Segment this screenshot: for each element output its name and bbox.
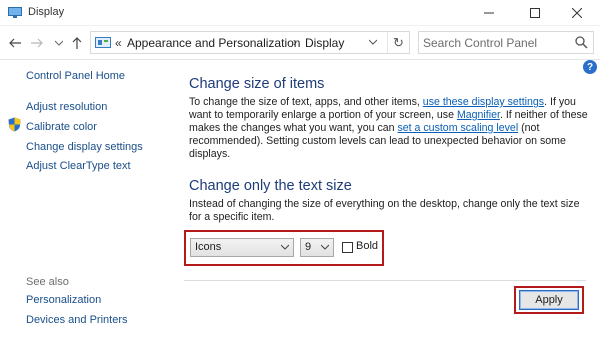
calibrate-color-link[interactable]: Calibrate color [26, 121, 97, 133]
refresh-icon: ↻ [393, 34, 404, 50]
change-text-size-heading: Change only the text size [189, 178, 352, 194]
see-also-label: See also [26, 276, 69, 288]
help-glyph: ? [586, 61, 594, 73]
uac-shield-icon [8, 117, 21, 132]
control-panel-home-link[interactable]: Control Panel Home [26, 70, 125, 82]
search-input[interactable] [423, 34, 571, 51]
close-icon [572, 8, 582, 18]
forward-button[interactable] [28, 34, 46, 52]
change-size-description: To change the size of text, apps, and ot… [189, 96, 589, 161]
font-size-select-value: 9 [305, 241, 312, 253]
minimize-icon [484, 12, 494, 14]
minimize-button[interactable] [466, 0, 512, 26]
divider [184, 280, 586, 281]
magnifier-link[interactable]: Magnifier [457, 109, 500, 121]
devices-and-printers-link[interactable]: Devices and Printers [26, 314, 128, 326]
description-text: To change the size of text, apps, and ot… [189, 96, 423, 108]
change-size-heading: Change size of items [189, 76, 325, 92]
adjust-cleartype-text-link[interactable]: Adjust ClearType text [26, 160, 131, 172]
font-size-select[interactable]: 9 [300, 238, 334, 257]
breadcrumb-root-separator[interactable]: « [115, 36, 122, 50]
adjust-resolution-link[interactable]: Adjust resolution [26, 101, 107, 113]
breadcrumb-appearance-and-personalization[interactable]: Appearance and Personalization [127, 36, 300, 50]
chevron-down-icon [368, 39, 378, 45]
arrow-right-icon [31, 38, 43, 48]
arrow-left-icon [9, 38, 21, 48]
custom-scaling-link[interactable]: set a custom scaling level [397, 122, 518, 134]
breadcrumb-display[interactable]: Display [305, 36, 344, 50]
text-item-select[interactable]: Icons [190, 238, 294, 257]
up-button[interactable] [68, 34, 86, 52]
change-text-size-description: Instead of changing the size of everythi… [189, 198, 580, 223]
refresh-button[interactable]: ↻ [387, 32, 409, 53]
display-icon [8, 7, 22, 18]
address-bar[interactable]: « Appearance and Personalization › Displ… [90, 31, 410, 54]
window-title: Display [28, 6, 65, 18]
search-box[interactable] [418, 31, 594, 54]
text-item-select-value: Icons [195, 241, 222, 253]
arrow-up-icon [72, 37, 82, 49]
back-button[interactable] [6, 34, 24, 52]
close-button[interactable] [554, 0, 600, 26]
maximize-icon [530, 8, 540, 18]
navigation-bar: « Appearance and Personalization › Displ… [0, 26, 600, 60]
breadcrumb-separator[interactable]: › [293, 35, 297, 49]
address-dropdown-button[interactable] [368, 37, 378, 47]
chevron-down-icon [55, 40, 63, 46]
title-bar: Display [0, 0, 600, 26]
chevron-down-icon [280, 242, 290, 252]
control-panel-icon [95, 37, 111, 48]
bold-checkbox[interactable] [342, 242, 353, 253]
chevron-down-icon [320, 242, 330, 252]
bold-checkbox-label[interactable]: Bold [356, 240, 378, 252]
personalization-link[interactable]: Personalization [26, 294, 101, 306]
help-icon[interactable]: ? [583, 60, 597, 74]
maximize-button[interactable] [512, 0, 558, 26]
change-display-settings-link[interactable]: Change display settings [26, 141, 143, 153]
display-settings-link[interactable]: use these display settings [423, 96, 544, 108]
apply-button[interactable]: Apply [519, 290, 579, 310]
search-icon[interactable] [575, 36, 588, 49]
recent-locations-button[interactable] [50, 34, 68, 52]
